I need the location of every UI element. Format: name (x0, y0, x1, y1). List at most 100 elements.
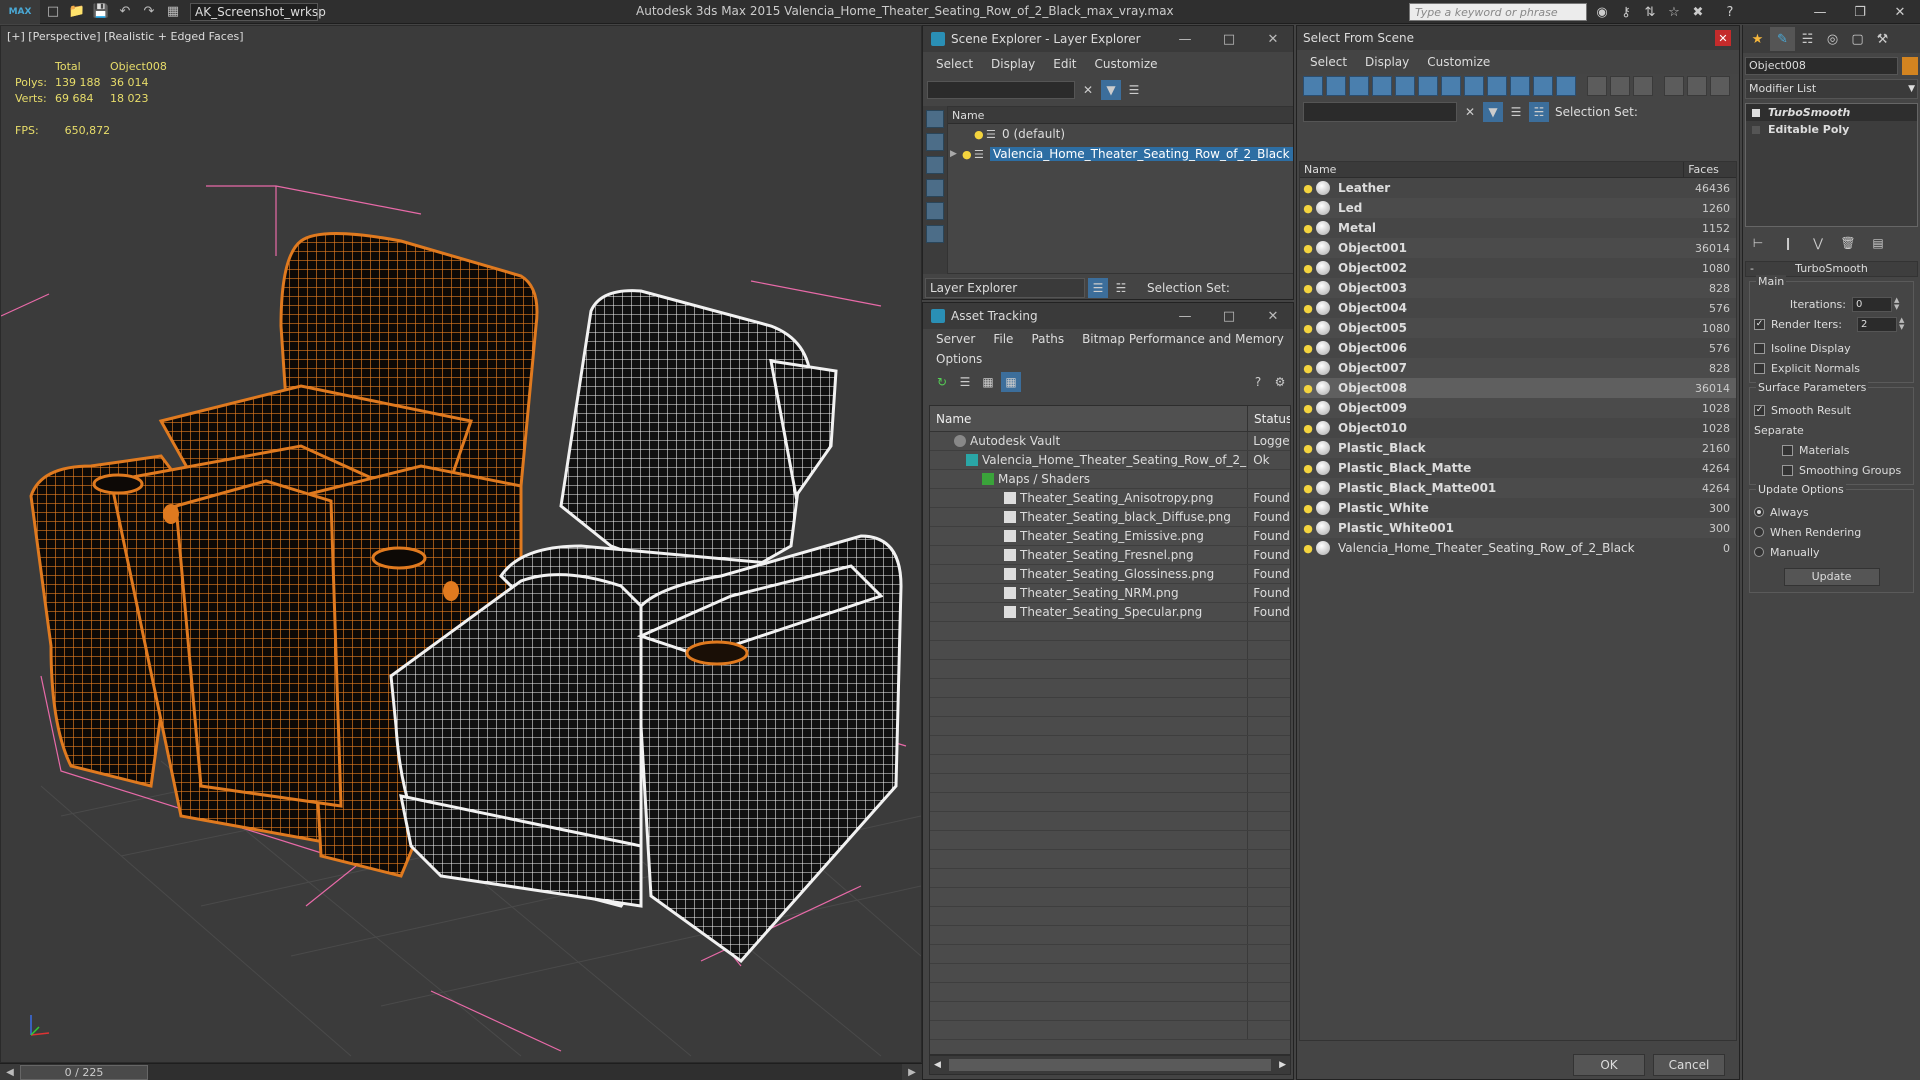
close-icon[interactable]: ✕ (1880, 0, 1920, 24)
layer-filter-icon[interactable]: ☰ (1124, 80, 1144, 100)
pin-stack-icon[interactable]: ⊢ (1747, 233, 1769, 253)
list-item[interactable]: ● Object006 576 (1300, 338, 1736, 358)
save-icon[interactable]: 💾 (90, 1, 112, 23)
frozen-filter-icon[interactable] (1556, 76, 1576, 96)
update-button[interactable]: Update (1783, 568, 1880, 586)
menu-edit[interactable]: Edit (1044, 57, 1085, 71)
scroll-right-icon[interactable]: ▶ (1275, 1060, 1290, 1070)
columns-icon[interactable] (1710, 76, 1730, 96)
bulb-icon[interactable]: ● (1300, 322, 1316, 335)
menu-select[interactable]: Select (1301, 55, 1356, 69)
help-icon[interactable]: ? (1720, 3, 1740, 21)
time-slider[interactable]: 0 / 225 (20, 1064, 902, 1080)
filter-spacewarps-icon[interactable] (926, 225, 944, 243)
table-row[interactable]: Theater_Seating_Specular.png Found (930, 603, 1290, 622)
filter-icon[interactable] (1664, 76, 1684, 96)
invert-display-icon[interactable] (1633, 76, 1653, 96)
table-row[interactable]: Theater_Seating_Fresnel.png Found (930, 546, 1290, 565)
list-item[interactable]: ● Plastic_White001 300 (1300, 518, 1736, 538)
shape-filter-icon[interactable] (1326, 76, 1346, 96)
hierarchy-mode-icon[interactable]: ☵ (1111, 278, 1131, 298)
select-from-scene-titlebar[interactable]: Select From Scene ✕ (1297, 26, 1739, 50)
display-none-icon[interactable] (1610, 76, 1630, 96)
modify-tab-icon[interactable]: ✎ (1770, 27, 1795, 51)
bulb-icon[interactable]: ● (1300, 342, 1316, 355)
create-tab-icon[interactable]: ★ (1745, 27, 1770, 51)
object-color-swatch[interactable] (1902, 57, 1918, 75)
list-item[interactable]: ● Object004 576 (1300, 298, 1736, 318)
bulb-icon[interactable]: ● (1300, 462, 1316, 475)
configure-sets-icon[interactable]: ▤ (1867, 233, 1889, 253)
list-item[interactable]: ● Object003 828 (1300, 278, 1736, 298)
explorer-type-dropdown[interactable]: Layer Explorer (925, 277, 1085, 298)
bulb-icon[interactable]: ● (1300, 442, 1316, 455)
iterations-spinner[interactable]: 0 (1852, 296, 1892, 312)
make-unique-icon[interactable]: ⋁ (1807, 233, 1829, 253)
list-item[interactable]: ● Object007 828 (1300, 358, 1736, 378)
bulb-icon[interactable]: ● (974, 128, 986, 141)
bulb-icon[interactable]: ● (1300, 202, 1316, 215)
col-name-header[interactable]: Name (1300, 162, 1685, 177)
close-icon[interactable]: ✕ (1251, 26, 1293, 52)
bulb-icon[interactable]: ● (1300, 382, 1316, 395)
bulb-icon[interactable]: ● (1300, 262, 1316, 275)
table-row[interactable]: Maps / Shaders (930, 470, 1290, 489)
workspace-dropdown[interactable]: AK_Screenshot_wrksp (190, 2, 326, 21)
explicit-normals-checkbox[interactable] (1754, 362, 1765, 374)
bulb-icon[interactable]: ● (1300, 282, 1316, 295)
geometry-filter-icon[interactable] (1303, 76, 1323, 96)
spinner-arrows-icon[interactable]: ▲ ▼ (1899, 317, 1904, 331)
stack-item-editable-poly[interactable]: Editable Poly (1746, 121, 1917, 138)
exchange-icon[interactable]: ⇅ (1640, 3, 1660, 21)
scrollbar-thumb[interactable] (948, 1059, 1272, 1071)
display-tab-icon[interactable]: ▢ (1845, 27, 1870, 51)
filter-icon[interactable]: ▼ (1101, 80, 1121, 100)
perspective-viewport[interactable]: [+] [Perspective] [Realistic + Edged Fac… (0, 25, 922, 1063)
time-prev-icon[interactable]: ◀ (0, 1063, 20, 1080)
show-end-result-icon[interactable]: ❙ (1777, 233, 1799, 253)
table-row[interactable]: Theater_Seating_black_Diffuse.png Found (930, 508, 1290, 527)
cancel-button[interactable]: Cancel (1653, 1054, 1725, 1076)
list-item[interactable]: ● Object005 1080 (1300, 318, 1736, 338)
clear-search-icon[interactable]: ✕ (1078, 80, 1098, 100)
new-file-icon[interactable]: □ (42, 1, 64, 23)
bulb-icon[interactable]: ● (1300, 422, 1316, 435)
table-row[interactable]: Valencia_Home_Theater_Seating_Row_of_2_B… (930, 451, 1290, 470)
bulb-icon[interactable]: ● (1300, 362, 1316, 375)
scene-explorer-titlebar[interactable]: Scene Explorer - Layer Explorer — □ ✕ (923, 26, 1293, 52)
hierarchy-icon[interactable]: ☵ (1529, 102, 1549, 122)
list-item[interactable]: ● Leather 46436 (1300, 178, 1736, 198)
utilities-tab-icon[interactable]: ⚒ (1870, 27, 1895, 51)
minimize-icon[interactable]: — (1163, 26, 1207, 52)
stack-item-turbosmooth[interactable]: TurboSmooth (1746, 104, 1917, 121)
redo-icon[interactable]: ↷ (138, 1, 160, 23)
bulb-icon[interactable]: ● (962, 148, 974, 161)
settings-icon[interactable]: ⚙ (1270, 372, 1290, 392)
maximize-icon[interactable]: □ (1207, 303, 1251, 329)
smoothing-groups-checkbox[interactable] (1782, 464, 1793, 476)
menu-bitmap-performance[interactable]: Bitmap Performance and Memory (1073, 332, 1293, 346)
project-folder-icon[interactable]: ▦ (162, 1, 184, 23)
thumbnail-view-icon[interactable]: ▦ (978, 372, 998, 392)
table-row[interactable]: Theater_Seating_Emissive.png Found (930, 527, 1290, 546)
bulb-icon[interactable]: ● (1300, 402, 1316, 415)
key-icon[interactable]: ⚷ (1616, 3, 1636, 21)
helper-filter-icon[interactable] (1395, 76, 1415, 96)
manually-radio[interactable] (1754, 547, 1764, 557)
clear-search-icon[interactable]: ✕ (1460, 102, 1480, 122)
camera-filter-icon[interactable] (1372, 76, 1392, 96)
list-item[interactable]: ● Plastic_White 300 (1300, 498, 1736, 518)
list-item[interactable]: ● Valencia_Home_Theater_Seating_Row_of_2_… (1300, 538, 1736, 558)
spacewarp-filter-icon[interactable] (1418, 76, 1438, 96)
menu-select[interactable]: Select (927, 57, 982, 71)
spinner-arrows-icon[interactable]: ▲ ▼ (1894, 297, 1899, 311)
hierarchy-tab-icon[interactable]: ☵ (1795, 27, 1820, 51)
undo-icon[interactable]: ↶ (114, 1, 136, 23)
asset-tracking-titlebar[interactable]: Asset Tracking — □ ✕ (923, 303, 1293, 329)
menu-display[interactable]: Display (1356, 55, 1418, 69)
menu-file[interactable]: File (984, 332, 1022, 346)
maximize-icon[interactable]: □ (1207, 26, 1251, 52)
bulb-icon[interactable]: ● (1300, 522, 1316, 535)
bulb-icon[interactable] (1752, 108, 1760, 117)
horizontal-scrollbar[interactable]: ◀ ▶ (929, 1055, 1291, 1075)
